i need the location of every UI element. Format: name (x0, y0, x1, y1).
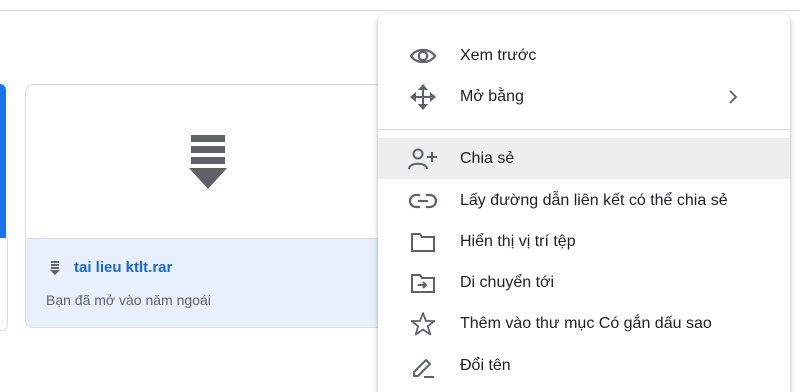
move-to-folder-icon (408, 268, 438, 298)
adjacent-file-card[interactable] (0, 84, 6, 240)
eye-icon (408, 41, 438, 71)
menu-item-open-with[interactable]: Mở bằng (378, 76, 790, 117)
menu-item-label: Chia sẻ (460, 149, 515, 167)
menu-item-label: Mở bằng (460, 87, 524, 105)
menu-item-label: Xem trước (460, 46, 537, 64)
adjacent-file-card-info[interactable] (0, 238, 8, 331)
chevron-right-icon (728, 89, 738, 104)
menu-item-label: Thêm vào thư mục Có gắn dấu sao (460, 314, 712, 332)
menu-item-label: Hiển thị vị trí tệp (460, 232, 576, 250)
file-name-row: tai lieu ktlt.rar (50, 259, 172, 276)
menu-item-get-link[interactable]: Lấy đường dẫn liên kết có thể chia sẻ (378, 180, 790, 221)
context-menu: Xem trước Mở bằng Chia sẻ Lấy đường dẫn … (378, 14, 790, 392)
file-card[interactable]: tai lieu ktlt.rar Bạn đã mở vào năm ngoá… (25, 84, 405, 328)
star-icon (408, 309, 438, 339)
menu-item-rename[interactable]: Đổi tên (378, 345, 790, 386)
file-last-opened: Bạn đã mở vào năm ngoái (46, 292, 211, 308)
menu-item-label: Lấy đường dẫn liên kết có thể chia sẻ (460, 191, 728, 209)
header-divider (0, 10, 800, 11)
file-name: tai lieu ktlt.rar (74, 259, 173, 276)
folder-icon (408, 227, 438, 257)
menu-item-move-to[interactable]: Di chuyển tới (378, 262, 790, 303)
move-arrows-icon (408, 82, 438, 112)
add-person-icon (408, 144, 438, 174)
menu-item-add-star[interactable]: Thêm vào thư mục Có gắn dấu sao (378, 303, 790, 344)
archive-icon (50, 260, 60, 275)
drive-page: tai lieu ktlt.rar Bạn đã mở vào năm ngoá… (0, 0, 800, 392)
menu-item-label: Di chuyển tới (460, 273, 555, 291)
menu-divider (378, 129, 790, 130)
file-preview[interactable] (26, 85, 404, 238)
pencil-icon (408, 351, 438, 381)
file-info[interactable]: tai lieu ktlt.rar Bạn đã mở vào năm ngoá… (26, 238, 404, 327)
archive-icon (189, 135, 227, 191)
menu-item-label: Đổi tên (460, 356, 511, 374)
link-icon (408, 186, 438, 216)
menu-item-show-location[interactable]: Hiển thị vị trí tệp (378, 221, 790, 262)
menu-item-share[interactable]: Chia sẻ (378, 138, 790, 179)
menu-item-preview[interactable]: Xem trước (378, 35, 790, 76)
